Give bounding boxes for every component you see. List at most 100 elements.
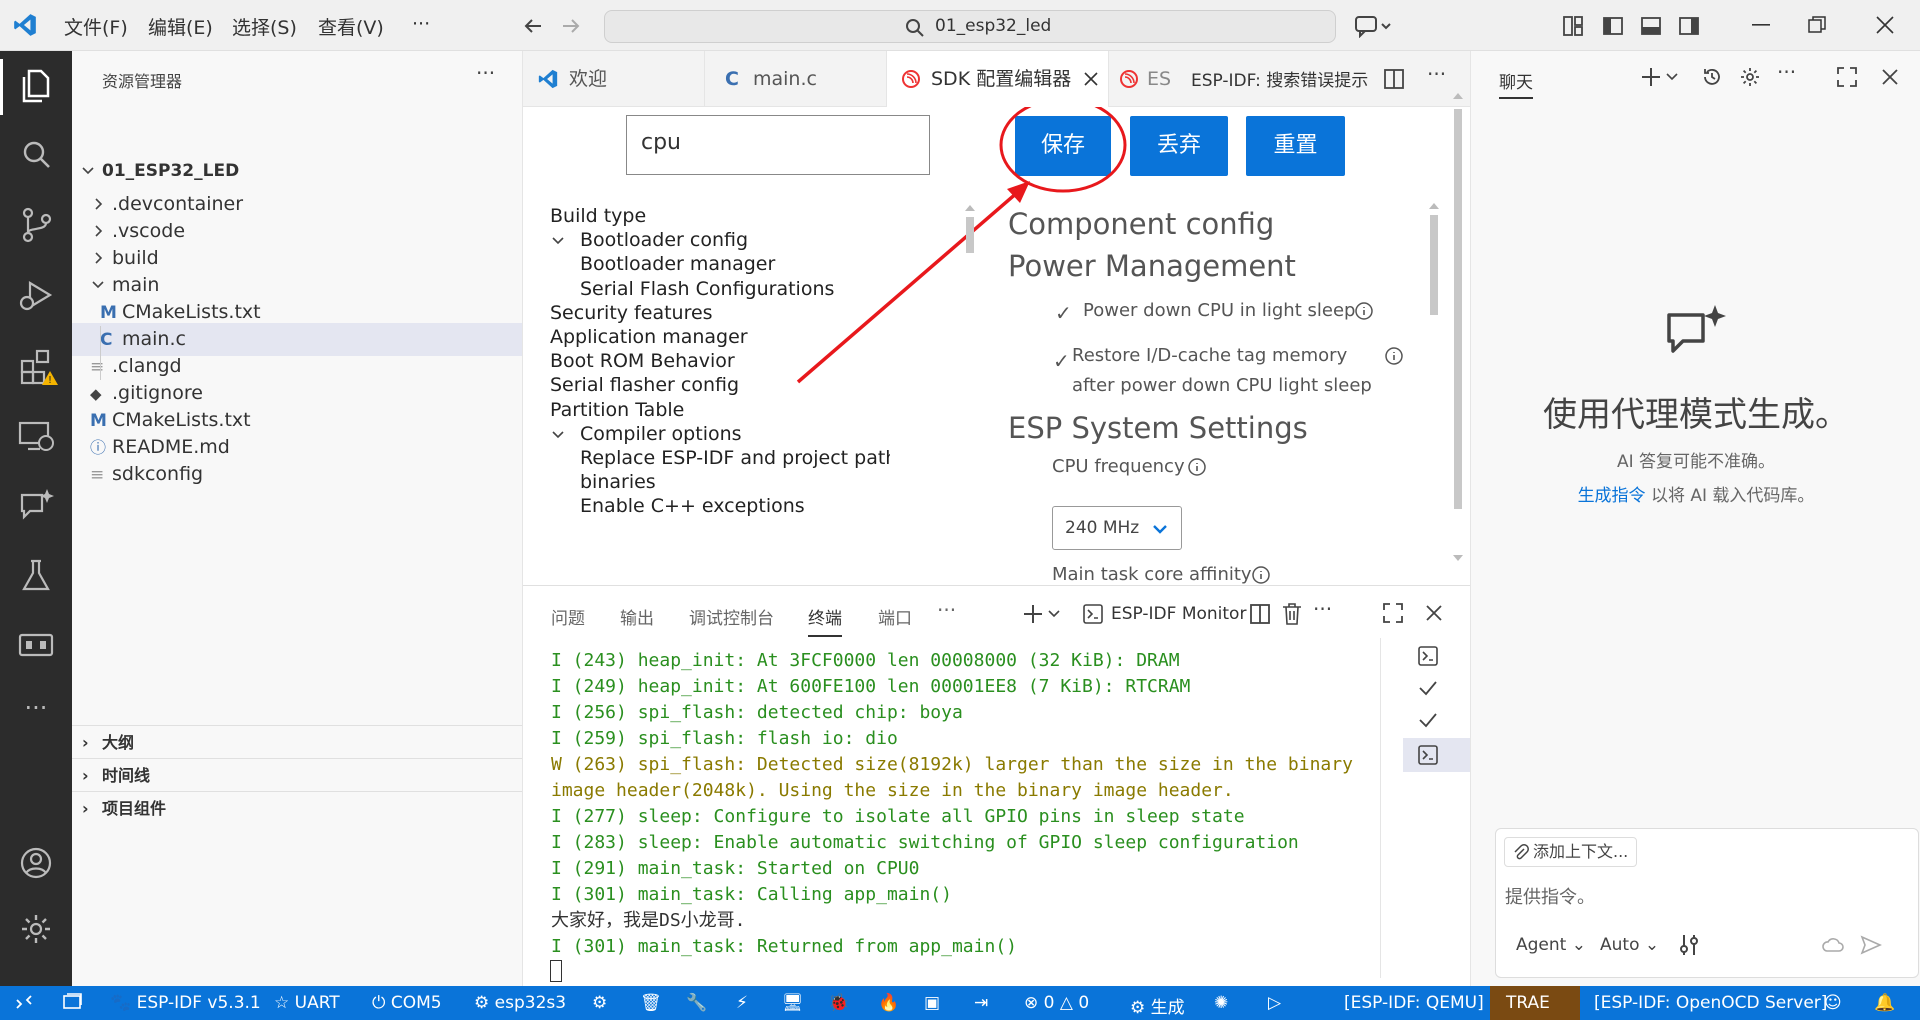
config-nav-item[interactable]: Partition Table (550, 399, 684, 421)
notifications-bell-icon[interactable]: 🔔 (1874, 993, 1895, 1013)
section-timeline[interactable]: › 时间线 (72, 758, 522, 791)
tools-icon[interactable] (1678, 933, 1700, 957)
command-center-search[interactable]: 01_esp32_led (604, 10, 1336, 43)
chat-input-box[interactable]: 添加上下文... 提供指令。 Agent ⌄ Auto ⌄ (1495, 828, 1919, 978)
remote-icon[interactable] (14, 992, 34, 1012)
info-icon[interactable] (1251, 565, 1271, 585)
search-view-icon[interactable] (14, 133, 58, 177)
terminal-name[interactable]: ESP-IDF Monitor (1111, 604, 1246, 624)
gear-icon[interactable] (1739, 66, 1761, 88)
maximize-panel-icon[interactable] (1383, 603, 1403, 623)
panel-tab-debug-console[interactable]: 调试控制台 (689, 604, 774, 629)
terminal-more-icon[interactable]: ··· (1313, 597, 1332, 621)
tab-esi[interactable]: ESI (1109, 51, 1173, 107)
restore-icon[interactable] (1808, 16, 1826, 34)
config-nav-item[interactable]: Serial flasher config (550, 374, 739, 396)
config-nav-item[interactable]: Bootloader config (552, 229, 748, 251)
config-nav-item[interactable]: Compiler options (552, 423, 742, 445)
testing-icon[interactable] (14, 553, 58, 597)
debug-icon[interactable]: 🐞 (828, 993, 849, 1013)
menu-more[interactable]: ··· (412, 13, 430, 35)
model-picker[interactable]: Auto ⌄ (1600, 935, 1659, 955)
panel-tab-terminal[interactable]: 终端 (808, 604, 842, 637)
bug-icon[interactable]: ✺ (1214, 993, 1228, 1013)
toggle-sidebar-icon[interactable] (1602, 15, 1624, 37)
copilot-chat-icon[interactable] (1354, 14, 1394, 38)
menu-selection[interactable]: 选择(S) (232, 13, 297, 40)
forward-arrow-icon[interactable] (560, 15, 582, 37)
tab-search-error-hint[interactable]: ESP-IDF: 搜索错误提示 (1191, 66, 1368, 91)
accounts-icon[interactable] (14, 841, 58, 885)
config-nav-item[interactable]: binaries (580, 471, 656, 493)
problems-indicator[interactable]: ⊗ 0 △ 0 (1024, 993, 1089, 1013)
panel-tab-problems[interactable]: 问题 (551, 604, 585, 629)
terminal-list-active[interactable] (1403, 738, 1471, 772)
build-wrench-icon[interactable]: 🔧 (686, 993, 707, 1013)
split-editor-icon[interactable] (1383, 68, 1405, 90)
monitor-icon[interactable]: 🖥 (782, 993, 804, 1013)
close-chat-icon[interactable] (1881, 68, 1899, 86)
tabs-more-icon[interactable]: ··· (1427, 62, 1446, 86)
config-nav-item[interactable]: Application manager (550, 326, 748, 348)
editor-scrollbar[interactable] (1451, 91, 1465, 567)
full-clean-icon[interactable]: 🗑 (640, 993, 662, 1013)
customize-layout-icon[interactable] (1562, 15, 1584, 37)
play-icon[interactable]: ▷ (1268, 993, 1281, 1013)
section-project-components[interactable]: › 项目组件 (72, 791, 522, 824)
exit-icon[interactable]: ⇥ (974, 993, 988, 1013)
send-icon[interactable] (1860, 935, 1882, 955)
close-window-icon[interactable] (1876, 16, 1894, 34)
checkbox-checked-icon[interactable]: ✓ (1053, 349, 1070, 373)
generate-instructions-link[interactable]: 生成指令 (1578, 486, 1646, 506)
kill-terminal-icon[interactable] (1281, 602, 1303, 626)
history-icon[interactable] (1701, 66, 1723, 88)
config-nav-item[interactable]: Boot ROM Behavior (550, 350, 735, 372)
info-icon[interactable] (1354, 301, 1374, 321)
close-panel-icon[interactable] (1425, 604, 1443, 622)
copilot-icon[interactable]: ☺ (1824, 993, 1842, 1013)
idf-version[interactable]: 🐾 ESP-IDF v5.3.1 (110, 993, 261, 1013)
panel-tab-output[interactable]: 输出 (620, 604, 654, 629)
close-tab-icon[interactable] (1083, 71, 1099, 87)
panel-more-icon[interactable]: ··· (937, 598, 956, 622)
esp-idf-explorer-icon[interactable] (14, 623, 58, 667)
workspace-root[interactable]: 01_ESP32_LED (72, 155, 522, 188)
config-nav-item[interactable]: Security features (550, 302, 713, 324)
config-nav-item[interactable]: Serial Flash Configurations (580, 278, 834, 300)
toggle-secondary-sidebar-icon[interactable] (1678, 15, 1700, 37)
settings-gear-icon[interactable] (14, 907, 58, 951)
remote-explorer-icon[interactable] (14, 413, 58, 457)
agent-mode-picker[interactable]: Agent ⌄ (1516, 935, 1586, 955)
tab-sdk-config[interactable]: SDK 配置编辑器 (887, 51, 1109, 107)
extensions-icon[interactable]: ! (14, 343, 58, 387)
new-terminal-icon[interactable] (1023, 603, 1063, 625)
maximize-icon[interactable] (1837, 67, 1857, 87)
run-debug-icon[interactable] (14, 273, 58, 317)
config-nav-item[interactable]: Bootloader manager (580, 253, 775, 275)
back-arrow-icon[interactable] (522, 15, 544, 37)
build-status[interactable]: ⚙ 生成 (1130, 993, 1185, 1018)
explorer-more-icon[interactable]: ··· (476, 61, 495, 85)
target-chip[interactable]: ⚙ esp32s3 (474, 993, 566, 1013)
menu-file[interactable]: 文件(F) (64, 13, 128, 40)
terminal-output[interactable]: I (243) heap_init: At 3FCF0000 len 00008… (551, 648, 1421, 960)
flash-icon[interactable]: ⚡ (736, 993, 748, 1013)
nav-scrollbar[interactable] (963, 203, 975, 283)
source-control-icon[interactable] (14, 203, 58, 247)
checkbox-checked-icon[interactable]: ✓ (1055, 301, 1072, 325)
new-chat-icon[interactable] (1641, 66, 1681, 88)
more-views-icon[interactable]: ··· (14, 693, 58, 737)
chat-title[interactable]: 聊天 (1499, 68, 1533, 99)
flash-method[interactable]: ☆ UART (274, 993, 340, 1013)
task-check-icon[interactable] (1418, 678, 1438, 698)
minimize-icon[interactable] (1752, 24, 1770, 28)
cpu-frequency-select[interactable]: 240 MHz (1052, 506, 1182, 550)
cloud-icon[interactable] (1821, 935, 1845, 955)
qemu-status[interactable]: [ESP-IDF: QEMU] (1344, 993, 1484, 1013)
tab-main-c[interactable]: C main.c (705, 51, 887, 107)
terminal-status-icon[interactable]: ▣ (924, 993, 940, 1013)
flame-icon[interactable]: 🔥 (878, 993, 899, 1013)
panel-tab-ports[interactable]: 端口 (878, 604, 912, 629)
config-nav-item[interactable]: Enable C++ exceptions (580, 495, 805, 517)
file-tree-item[interactable]: ≡ sdkconfig (72, 458, 522, 491)
